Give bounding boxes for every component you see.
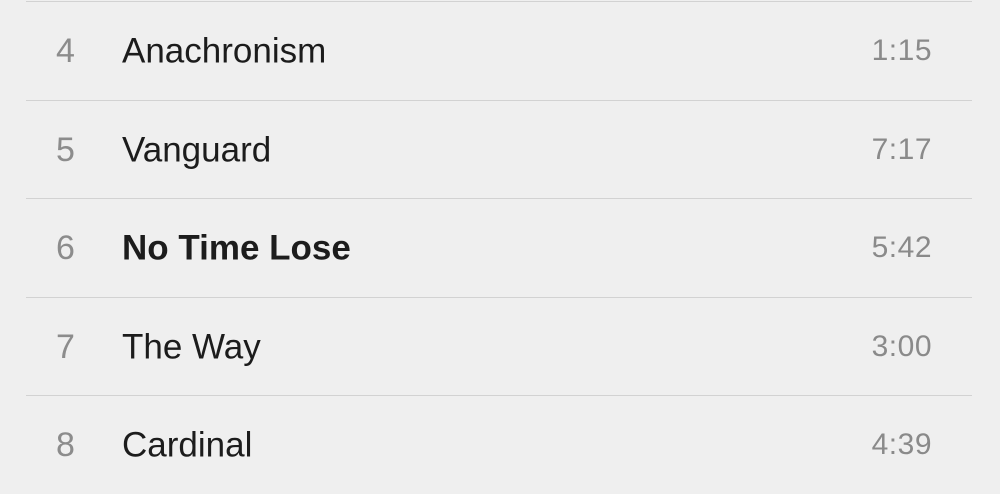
track-duration: 7:17 [871,133,932,166]
track-number: 8 [56,426,75,464]
track-duration: 5:42 [871,231,932,264]
track-row-6[interactable]: 6 No Time Lose 5:42 [0,199,1000,297]
track-duration: 1:15 [871,34,932,67]
track-row-7[interactable]: 7 The Way 3:00 [0,298,1000,396]
track-duration: 3:00 [871,330,932,363]
track-number: 6 [56,229,75,267]
track-number: 7 [56,328,75,366]
track-title: Vanguard [122,130,272,170]
track-number: 5 [56,131,75,169]
track-row-4[interactable]: 4 Anachronism 1:15 [0,2,1000,100]
track-title-now-playing: No Time Lose [122,228,351,268]
track-title: Cardinal [122,425,253,465]
track-number: 4 [56,32,75,70]
track-title: The Way [122,327,261,367]
track-list: 4 Anachronism 1:15 5 Vanguard 7:17 6 No … [0,0,1000,488]
track-title: Anachronism [122,31,327,71]
track-row-8[interactable]: 8 Cardinal 4:39 [0,396,1000,494]
track-duration: 4:39 [871,428,932,461]
track-row-5[interactable]: 5 Vanguard 7:17 [0,101,1000,199]
